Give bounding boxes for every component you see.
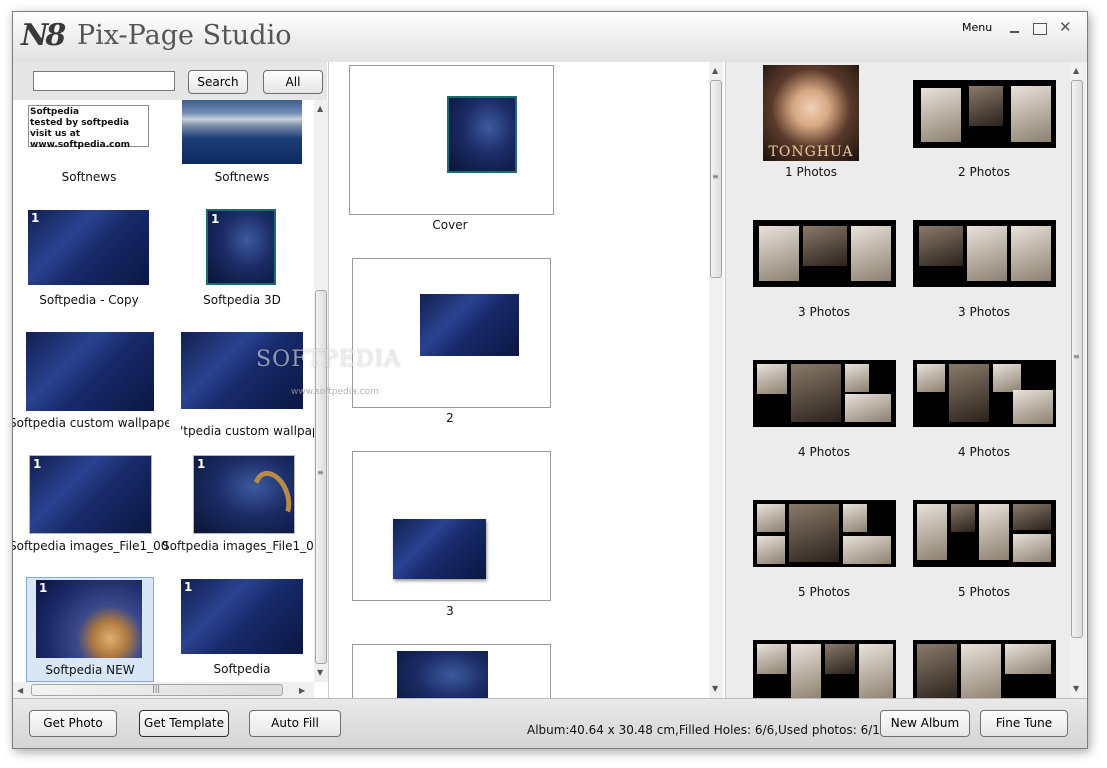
thumbnail-number: 1 <box>31 211 40 225</box>
page-frame <box>352 644 551 698</box>
page-label: 2 <box>446 411 454 425</box>
thumbnail-number: 1 <box>39 581 48 595</box>
album-pages-panel: Cover 2 3 <box>328 62 726 698</box>
grip-icon: ||| <box>152 684 161 693</box>
template-label: 4 Photos <box>798 445 850 459</box>
page-photo <box>420 294 519 356</box>
maximize-icon[interactable] <box>1033 23 1047 35</box>
app-window: N8 Pix-Page Studio Menu ✕ Search All Sof… <box>12 11 1088 749</box>
thumbnail-number: 1 <box>184 580 193 594</box>
template-thumbnail: TONGHUA <box>763 65 859 161</box>
scroll-right-icon[interactable]: ▶ <box>299 686 305 695</box>
harbor-photo <box>182 100 302 164</box>
template-label: 3 Photos <box>798 305 850 319</box>
app-title: Pix-Page Studio <box>77 20 292 51</box>
template-panel: TONGHUA 1 Photos 2 Photos 3 Photos 3 Pho… <box>725 62 1086 698</box>
thumbnail-label: Softpedia - Copy <box>39 293 139 307</box>
minimize-icon[interactable] <box>1008 21 1022 35</box>
thumbnail-label: Softpedia NEW <box>45 663 135 677</box>
grip-icon: ≡ <box>317 468 324 477</box>
note-line: Softpedia <box>30 107 80 117</box>
cover-photo <box>447 96 517 173</box>
s-logo-thumbnail: 1 <box>193 455 299 534</box>
scroll-down-icon[interactable]: ▼ <box>317 668 323 677</box>
page-frame <box>352 258 551 408</box>
template-thumbnail <box>753 360 896 427</box>
thumbnail-number: 1 <box>33 457 42 471</box>
card-thumbnail: 1 <box>206 209 276 285</box>
grip-icon: ≡ <box>1073 352 1080 361</box>
search-row: Search All <box>13 62 327 100</box>
scroll-up-icon[interactable]: ▲ <box>712 66 718 75</box>
thumbnail-label: Softnews <box>61 170 117 184</box>
thumbnail-label: 'tpedia custom wallpap <box>180 424 314 438</box>
template-label: 4 Photos <box>958 445 1010 459</box>
thumbnail-label: Softpedia images_File1_0000 <box>13 539 169 553</box>
watermark: SOFTPEDIA <box>256 347 402 372</box>
scroll-up-icon[interactable]: ▲ <box>1073 66 1079 75</box>
wallpaper-thumbnail: 1 <box>28 210 149 285</box>
template-thumbnail <box>913 640 1056 698</box>
watermark-sub: www.softpedia.com <box>291 387 379 397</box>
scroll-up-icon[interactable]: ▲ <box>317 104 323 113</box>
page-label: 3 <box>446 604 454 618</box>
page-frame <box>352 451 551 601</box>
page-photo <box>393 519 486 579</box>
close-icon[interactable]: ✕ <box>1059 20 1073 35</box>
template-thumbnail <box>913 500 1056 567</box>
search-input[interactable] <box>33 71 175 91</box>
scroll-down-icon[interactable]: ▼ <box>1073 684 1079 693</box>
template-thumbnail <box>913 220 1056 287</box>
template-thumbnail <box>913 80 1056 148</box>
page-frame <box>349 65 554 215</box>
new-thumbnail: 1 <box>36 580 142 658</box>
note-line: tested by softpedia <box>30 118 130 128</box>
auto-fill-button[interactable]: Auto Fill <box>249 710 341 737</box>
note-line: visit us at www.softpedia.com <box>30 129 131 150</box>
template-label: 5 Photos <box>798 585 850 599</box>
album-status: Album:40.64 x 30.48 cm,Filled Holes: 6/6… <box>527 723 888 737</box>
thumbnail-label: Softpedia images_File1_000 <box>162 539 314 553</box>
page-photo <box>397 651 488 698</box>
template-thumbnail <box>753 500 896 567</box>
grip-icon: ≡ <box>712 172 719 181</box>
thumbnail-number: 1 <box>197 457 206 471</box>
template-label: 3 Photos <box>958 305 1010 319</box>
bottom-toolbar: Get Photo Get Template Auto Fill Album:4… <box>13 698 1087 748</box>
template-label: 2 Photos <box>958 165 1010 179</box>
s-logo-icon <box>245 465 299 529</box>
thumbnail-label: Softpedia <box>213 662 271 676</box>
template-label: 1 Photos <box>785 165 837 179</box>
get-photo-button[interactable]: Get Photo <box>29 710 117 737</box>
note-thumbnail: Softpedia tested by softpedia visit us a… <box>28 105 149 150</box>
template-overlay-text: TONGHUA <box>768 144 854 160</box>
template-thumbnail <box>913 360 1056 427</box>
wallpaper-thumbnail: 1 <box>29 455 152 534</box>
template-thumbnail <box>753 640 896 698</box>
get-template-button[interactable]: Get Template <box>139 710 229 737</box>
thumbnail-number: 1 <box>211 212 220 226</box>
template-thumbnail <box>753 220 896 287</box>
all-button[interactable]: All <box>263 70 323 94</box>
title-bar: N8 Pix-Page Studio Menu ✕ <box>13 12 1087 62</box>
thumbnail-label: Softnews <box>214 170 270 184</box>
pages-vertical-scrollbar[interactable]: ▲ ≡ ▼ <box>709 62 723 698</box>
new-album-button[interactable]: New Album <box>880 710 970 737</box>
menu-button[interactable]: Menu <box>962 21 992 34</box>
wallpaper-thumbnail: 1 <box>181 579 303 654</box>
page-label: Cover <box>432 218 468 232</box>
templates-vertical-scrollbar[interactable]: ▲ ≡ ▼ <box>1070 62 1084 698</box>
thumbnail-item[interactable]: 1 Softpedia NEW <box>26 577 154 682</box>
template-label: 5 Photos <box>958 585 1010 599</box>
left-horizontal-scrollbar[interactable]: ◀ ||| ▶ <box>13 682 314 698</box>
search-button[interactable]: Search <box>188 70 248 94</box>
scroll-left-icon[interactable]: ◀ <box>17 686 23 695</box>
fine-tune-button[interactable]: Fine Tune <box>980 710 1068 737</box>
wallpaper-thumbnail <box>26 332 154 411</box>
source-thumbnail-panel: Softpedia tested by softpedia visit us a… <box>13 100 314 682</box>
app-logo: N8 <box>21 18 66 53</box>
scroll-down-icon[interactable]: ▼ <box>712 684 718 693</box>
thumbnail-label: Softpedia custom wallpaper <box>13 416 169 430</box>
thumbnail-label: Softpedia 3D <box>203 293 281 307</box>
